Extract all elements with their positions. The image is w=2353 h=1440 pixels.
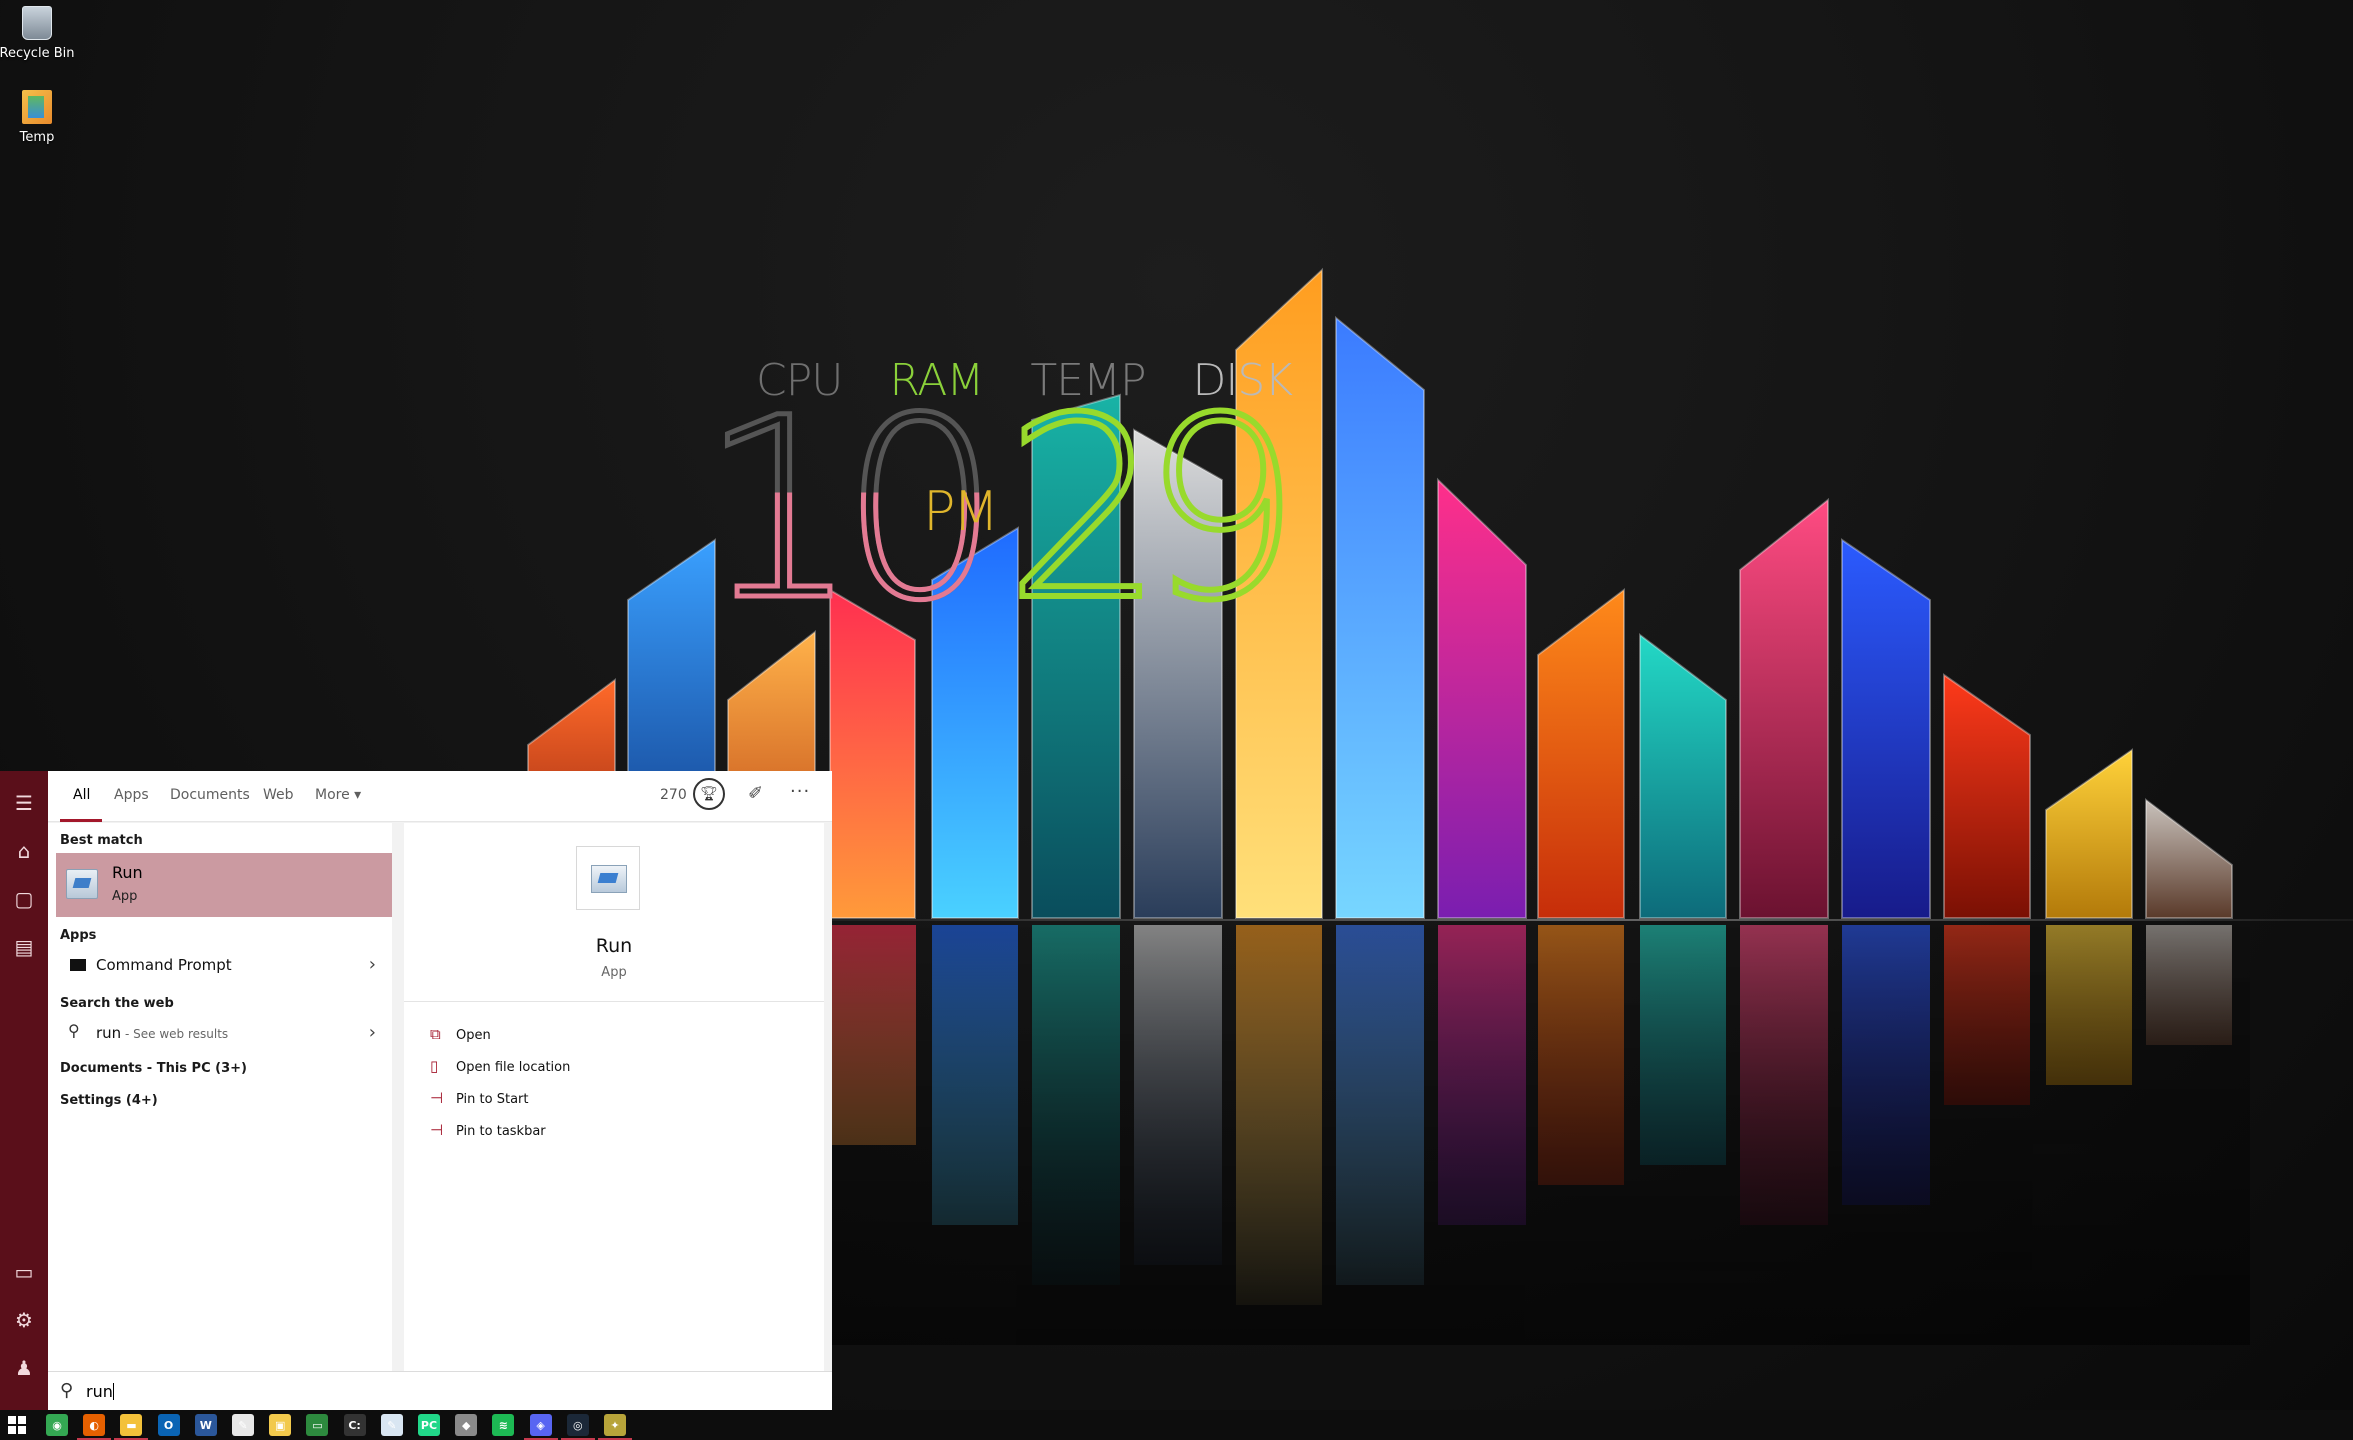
tab-apps[interactable]: Apps <box>114 787 149 803</box>
game-icon[interactable]: ✦ <box>598 1414 632 1440</box>
gear-icon[interactable]: ⚙ <box>0 1296 48 1344</box>
spotify-icon[interactable]: ≋ <box>492 1414 515 1436</box>
search-results-list: Best match Run App Apps Command Prompt ›… <box>48 823 392 1371</box>
action-pin-to-start[interactable]: ⊣ Pin to Start <box>430 1085 810 1113</box>
action-pin-to-taskbar[interactable]: ⊣ Pin to taskbar <box>430 1117 810 1145</box>
action-label: Pin to Start <box>456 1092 529 1107</box>
details-subtitle: App <box>601 965 627 980</box>
search-input-value[interactable]: run <box>86 1382 114 1401</box>
list-item-web-search[interactable]: ⚲ run - See web results › <box>56 1018 392 1048</box>
clock-ampm: PM <box>923 480 999 543</box>
windows-start-icon[interactable] <box>8 1416 26 1434</box>
details-title: Run <box>595 935 633 957</box>
command-prompt-icon <box>70 959 86 971</box>
action-label: Pin to taskbar <box>456 1124 546 1139</box>
desktop-icon-label: Temp <box>19 130 55 145</box>
chevron-right-icon[interactable]: › <box>369 1022 376 1043</box>
clock-minute: 29 <box>1002 364 1304 655</box>
chevron-right-icon[interactable]: › <box>369 954 376 975</box>
word-icon[interactable]: W <box>194 1414 217 1436</box>
hamburger-menu-icon[interactable]: ☰ <box>0 779 48 827</box>
home-icon[interactable]: ⌂ <box>0 827 48 875</box>
photos-icon[interactable]: ▣ <box>269 1414 292 1436</box>
pin-icon: ⊣ <box>430 1121 444 1139</box>
run-app-icon <box>66 869 98 899</box>
recycle-bin-icon <box>22 6 52 40</box>
notebook-icon[interactable]: ▢ <box>0 875 48 923</box>
divider <box>404 1001 824 1002</box>
result-details-pane: Run App ⧉ Open ▯ Open file location ⊣ Pi… <box>404 823 824 1371</box>
wallpaper-horizon-line <box>830 919 2353 921</box>
sticky-notes-icon[interactable]: ✎ <box>232 1414 254 1436</box>
search-icon: ⚲ <box>68 1021 80 1040</box>
file-explorer-icon[interactable]: ▬ <box>114 1414 149 1440</box>
terminal-icon[interactable]: ▭ <box>306 1414 329 1436</box>
search-panel: All Apps Documents Web More 270 🏆︎ ✐ ···… <box>48 771 832 1410</box>
start-menu-rail: ☰ ⌂ ▢ ▤ ▭ ⚙ ♟ <box>0 771 48 1410</box>
active-tab-indicator <box>60 819 102 822</box>
chrome-icon[interactable]: ◉ <box>46 1414 68 1436</box>
tab-documents[interactable]: Documents <box>170 787 250 803</box>
command-prompt-icon[interactable]: C: <box>343 1414 366 1436</box>
folder-archive-icon <box>22 90 52 124</box>
documents-results-link[interactable]: Documents - This PC (3+) <box>60 1061 247 1076</box>
action-open[interactable]: ⧉ Open <box>430 1021 810 1049</box>
feedback-icon[interactable]: ✐ <box>748 783 763 804</box>
document-icon[interactable]: ▤ <box>0 923 48 971</box>
person-icon[interactable]: ♟ <box>0 1344 48 1392</box>
list-item-command-prompt[interactable]: Command Prompt › <box>56 950 392 980</box>
pycharm-icon[interactable]: PC <box>418 1414 440 1436</box>
discord-alt-icon[interactable]: ◆ <box>455 1414 478 1436</box>
search-input[interactable]: ⚲ run <box>48 1371 832 1410</box>
tab-web[interactable]: Web <box>263 787 294 803</box>
action-label: Open file location <box>456 1060 571 1075</box>
best-match-title: Run <box>112 863 143 882</box>
list-item-label: Command Prompt <box>96 956 232 974</box>
best-match-subtitle: App <box>112 889 138 904</box>
firefox-icon[interactable]: ◐ <box>77 1414 112 1440</box>
action-label: Open <box>456 1028 491 1043</box>
search-tabs: All Apps Documents Web More 270 🏆︎ ✐ ··· <box>48 771 832 822</box>
trophy-icon[interactable]: 🏆︎ <box>693 778 725 810</box>
best-match-item[interactable]: Run App <box>56 853 392 917</box>
taskbar: ◉ ◐ ▬ O W ✎ ▣ ▭ C: ✎ PC ◆ ≋ ◈ ◎ ✦ <box>0 1410 2353 1440</box>
discord-icon[interactable]: ◈ <box>523 1414 558 1440</box>
section-header-apps: Apps <box>60 928 97 943</box>
desktop-icon-temp[interactable]: Temp <box>0 90 82 145</box>
file-location-icon: ▯ <box>430 1057 439 1075</box>
web-query: run - See web results <box>96 1024 229 1042</box>
notepad-icon[interactable]: ✎ <box>380 1414 403 1436</box>
outlook-icon[interactable]: O <box>157 1414 180 1436</box>
settings-results-link[interactable]: Settings (4+) <box>60 1093 158 1108</box>
open-icon: ⧉ <box>430 1025 441 1043</box>
desktop-icon-label: Recycle Bin <box>0 46 75 61</box>
section-header-best-match: Best match <box>60 833 143 848</box>
steam-icon[interactable]: ◎ <box>560 1414 595 1440</box>
search-icon: ⚲ <box>60 1380 74 1401</box>
rewards-points: 270 <box>660 787 687 803</box>
pin-icon: ⊣ <box>430 1089 444 1107</box>
more-options-icon[interactable]: ··· <box>790 781 810 802</box>
device-icon[interactable]: ▭ <box>0 1248 48 1296</box>
run-app-large-icon <box>576 846 640 910</box>
tab-more[interactable]: More <box>315 787 361 803</box>
tab-all[interactable]: All <box>73 787 90 803</box>
section-header-web: Search the web <box>60 996 174 1011</box>
action-open-file-location[interactable]: ▯ Open file location <box>430 1053 810 1081</box>
desktop-icon-recycle-bin[interactable]: Recycle Bin <box>0 6 82 61</box>
